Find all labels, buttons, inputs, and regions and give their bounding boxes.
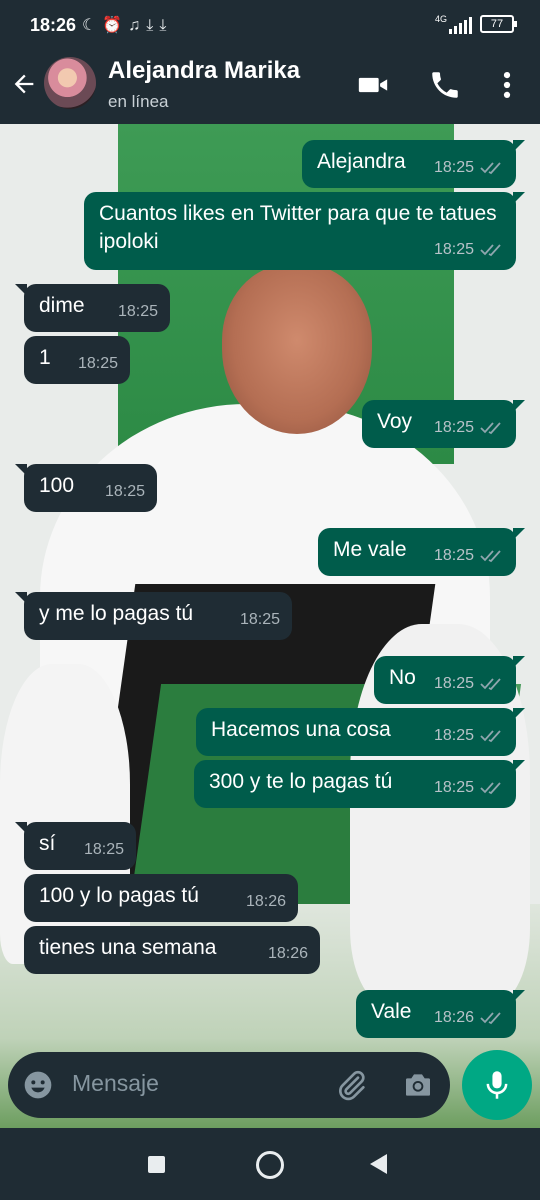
message-bubble-incoming[interactable]: tienes una semana 18:26 (24, 926, 320, 974)
status-bar: 18:26 ☾⏰♫⤓⤓ 4G 77 (0, 0, 540, 52)
message-text: 100 (39, 474, 75, 497)
double-check-icon (480, 422, 501, 435)
message-time: 18:26 (267, 945, 308, 962)
message-time: 18:25 (239, 611, 280, 628)
contact-name[interactable]: Alejandra Marika (108, 57, 300, 85)
message-time: 18:26 (433, 1009, 474, 1026)
message-bubble-outgoing[interactable]: Hacemos una cosa 18:25 (196, 708, 525, 756)
attach-icon[interactable] (336, 1069, 368, 1101)
message-bubble-incoming[interactable]: 100 18:25 (15, 464, 157, 512)
message-time: 18:25 (77, 355, 118, 372)
moon-icon: ☾ (82, 17, 103, 34)
back-icon[interactable] (370, 1154, 387, 1174)
double-check-icon (480, 244, 501, 257)
message-text: sí (39, 832, 56, 855)
message-text: Hacemos una cosa (211, 718, 391, 741)
message-bubble-outgoing[interactable]: No 18:25 (374, 656, 525, 704)
message-time: 18:26 (245, 893, 286, 910)
double-check-icon (480, 730, 501, 743)
message-time: 18:25 (433, 547, 474, 564)
message-text: tienes una semana (39, 936, 217, 959)
double-check-icon (480, 1012, 501, 1025)
download-icon: ⤓ (146, 17, 160, 34)
more-options-icon[interactable] (490, 68, 524, 102)
double-check-icon (480, 678, 501, 691)
signal-icon: 4G (435, 14, 472, 34)
message-text: y me lo pagas tú (39, 602, 194, 625)
battery-level: 77 (490, 18, 504, 30)
message-time: 18:25 (433, 675, 474, 692)
emoji-icon[interactable] (22, 1069, 54, 1101)
message-text: Me vale (333, 538, 407, 561)
avatar[interactable] (44, 57, 96, 109)
message-bubble-outgoing[interactable]: Me vale 18:25 (318, 528, 525, 576)
home-icon[interactable] (256, 1151, 284, 1179)
message-bubble-outgoing[interactable]: 300 y te lo pagas tú 18:25 (194, 760, 525, 808)
download-icon: ⤓ (159, 17, 173, 34)
alarm-icon: ⏰ (102, 17, 129, 34)
message-time: 18:25 (433, 419, 474, 436)
headphones-icon: ♫ (128, 17, 147, 34)
message-bubble-incoming[interactable]: dime 18:25 (15, 284, 170, 332)
message-bubble-outgoing[interactable]: Alejandra 18:25 (302, 140, 525, 188)
video-call-icon[interactable] (356, 68, 390, 102)
message-time: 18:25 (104, 483, 145, 500)
message-text: Voy (377, 410, 413, 433)
message-text: 1 (39, 346, 51, 369)
double-check-icon (480, 782, 501, 795)
microphone-icon (486, 1071, 508, 1099)
message-bubble-incoming[interactable]: y me lo pagas tú 18:25 (15, 592, 292, 640)
message-text: Vale (371, 1000, 412, 1023)
message-time: 18:25 (433, 241, 474, 258)
message-bubble-outgoing[interactable]: Vale 18:26 (356, 990, 525, 1038)
message-text: 300 y te lo pagas tú (209, 770, 393, 793)
message-bubble-outgoing[interactable]: Voy 18:25 (362, 400, 525, 448)
wallpaper-shape (222, 264, 372, 434)
message-time: 18:25 (433, 779, 474, 796)
status-notification-icons: ☾⏰♫⤓⤓ (82, 15, 172, 35)
chat-area[interactable]: Alejandra 18:25 Cuantos likes en Twitter… (0, 124, 540, 1128)
battery-icon: 77 (480, 15, 517, 33)
message-time: 18:25 (117, 303, 158, 320)
back-arrow-icon[interactable] (10, 70, 38, 98)
status-time: 18:26 (30, 15, 77, 35)
message-composer: Mensaje (8, 1052, 450, 1118)
recent-apps-icon[interactable] (148, 1156, 165, 1173)
double-check-icon (480, 550, 501, 563)
message-time: 18:25 (83, 841, 124, 858)
message-text: dime (39, 294, 85, 317)
message-input[interactable]: Mensaje (72, 1070, 159, 1097)
message-bubble-outgoing[interactable]: Cuantos likes en Twitter para que te tat… (84, 192, 525, 270)
message-time: 18:25 (433, 159, 474, 176)
message-text: No (389, 666, 416, 689)
message-bubble-incoming[interactable]: sí 18:25 (15, 822, 136, 870)
double-check-icon (480, 162, 501, 175)
network-type: 4G (434, 14, 447, 24)
microphone-button[interactable] (462, 1050, 532, 1120)
phone-icon[interactable] (428, 68, 462, 102)
message-bubble-incoming[interactable]: 1 18:25 (24, 336, 130, 384)
system-navigation-bar (0, 1128, 540, 1200)
message-text: 100 y lo pagas tú (39, 884, 199, 907)
camera-icon[interactable] (402, 1069, 434, 1101)
contact-status: en línea (108, 92, 169, 111)
chat-header: Alejandra Marika en línea (0, 52, 540, 124)
message-text: Alejandra (317, 150, 406, 173)
message-bubble-incoming[interactable]: 100 y lo pagas tú 18:26 (24, 874, 298, 922)
message-time: 18:25 (433, 727, 474, 744)
